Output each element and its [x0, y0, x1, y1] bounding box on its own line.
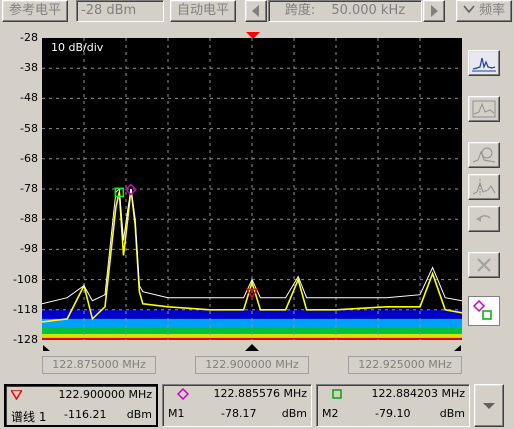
- right-arrow-icon: [431, 5, 438, 17]
- marker-panel-m1[interactable]: 122.885576 MHz M1 -78.17 dBm: [162, 384, 312, 427]
- trace-value: -116.21: [64, 408, 107, 421]
- y-tick-label: -88: [20, 212, 38, 226]
- spectrum-icon: [472, 57, 496, 72]
- y-tick-label: -108: [13, 272, 38, 286]
- y-tick-label: -58: [20, 121, 38, 135]
- ref-level-field[interactable]: -28 dBm: [76, 0, 164, 22]
- span-label: 跨度:: [284, 3, 316, 18]
- close-icon: [477, 258, 491, 272]
- trace-name: 谱线 1: [11, 410, 47, 424]
- span-increase-button[interactable]: [423, 0, 445, 22]
- m1-freq: 122.885576 MHz: [213, 387, 307, 400]
- y-tick-label: -118: [13, 302, 38, 316]
- clear-markers-button[interactable]: [468, 252, 500, 278]
- x-tick-center: 122.900000 MHz: [195, 356, 309, 374]
- m1-name: M1: [168, 407, 185, 420]
- waterfall-icon: [472, 100, 496, 118]
- trace-marker-icon: [11, 390, 22, 400]
- m1-unit: dBm: [281, 407, 307, 420]
- auto-ref-level-button[interactable]: 自动电平: [170, 0, 236, 22]
- m2-unit: dBm: [439, 407, 465, 420]
- waterfall-view-button[interactable]: [468, 96, 500, 122]
- marker-peak-button[interactable]: [468, 174, 500, 200]
- marker-panel-trace[interactable]: 122.900000 MHz 谱线 1 -116.21 dBm: [4, 384, 158, 427]
- marker-panel-m2[interactable]: 122.884203 MHz M2 -79.10 dBm: [316, 384, 470, 427]
- x-axis-markers: [43, 344, 461, 351]
- y-tick-label: -28: [20, 31, 38, 44]
- m1-marker-icon: [177, 388, 189, 400]
- zoom-view-button[interactable]: [468, 142, 500, 168]
- spectrum-svg: [42, 38, 462, 340]
- span-decrease-button[interactable]: [245, 0, 267, 22]
- left-arrow-icon: [252, 5, 259, 17]
- chevron-down-icon: [483, 403, 495, 409]
- markers-icon: [472, 300, 492, 320]
- spectrum-view-button[interactable]: [468, 50, 500, 76]
- y-tick-label: -128: [13, 333, 38, 346]
- ref-level-button[interactable]: 参考电平: [2, 0, 68, 22]
- undo-button[interactable]: [468, 206, 500, 232]
- marker-toggle-button[interactable]: [468, 296, 500, 326]
- m2-marker-icon: [332, 389, 342, 399]
- x-tick-start: 122.875000 MHz: [42, 356, 156, 374]
- m2-freq: 122.884203 MHz: [371, 387, 465, 400]
- spectrum-plot[interactable]: 10 dB/div: [42, 38, 462, 340]
- marker-panel-dropdown[interactable]: [474, 384, 504, 427]
- trace-freq: 122.900000 MHz: [58, 388, 152, 401]
- frequency-menu-button[interactable]: 频率: [456, 0, 512, 22]
- zoom-spectrum-icon: [472, 147, 496, 163]
- trace-unit: dBm: [126, 408, 152, 421]
- undo-icon: [476, 215, 491, 222]
- peak-search-icon: [472, 179, 496, 195]
- m1-value: -78.17: [221, 407, 257, 420]
- x-tick-end: 122.925000 MHz: [348, 356, 462, 374]
- m2-name: M2: [322, 407, 339, 420]
- span-field[interactable]: 跨度: 50.000 kHz: [268, 0, 422, 22]
- y-tick-label: -38: [20, 61, 38, 75]
- y-tick-label: -48: [20, 91, 38, 105]
- frequency-label: 频率: [479, 3, 506, 18]
- y-tick-label: -98: [20, 242, 38, 256]
- y-tick-label: -78: [20, 182, 38, 195]
- chevron-down-icon: [463, 5, 475, 14]
- span-value: 50.000 kHz: [331, 3, 406, 18]
- m2-value: -79.10: [375, 407, 411, 420]
- scale-label: 10 dB/div: [51, 41, 104, 54]
- y-tick-label: -68: [20, 151, 38, 165]
